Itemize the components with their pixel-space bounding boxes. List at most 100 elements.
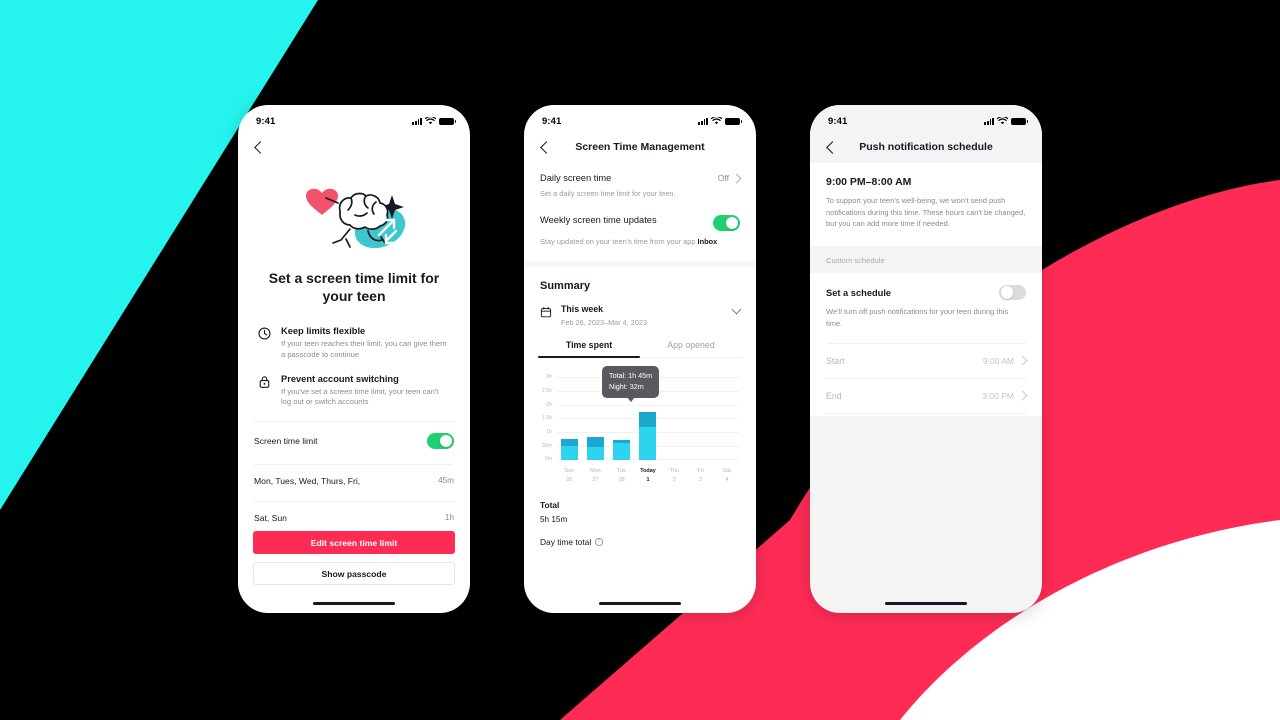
chart-y-tick-label: 30m: [541, 442, 552, 449]
chart-x-tick-label: Sat 4: [722, 467, 731, 483]
status-time: 9:41: [256, 115, 276, 127]
chart-x-tick-label: Tue 28: [617, 467, 627, 483]
status-icons: [698, 117, 742, 125]
end-time-label: End: [826, 390, 842, 401]
chart-bar[interactable]: [560, 439, 578, 461]
status-icons: [984, 117, 1028, 125]
feature-text: If your teen reaches their limit, you ca…: [281, 338, 447, 359]
chart-bar[interactable]: [639, 412, 657, 461]
tab-time-spent[interactable]: Time spent: [538, 340, 640, 357]
tooltip-night: Night: 32m: [609, 382, 644, 392]
phone-screen-time-management: 9:41 Screen Time Management Daily screen…: [524, 105, 756, 613]
time-spent-chart: 3h 2.5h 2h 1.5h 1h 30m 0m Sun 26 Mon 27 Tue 28 Today…: [534, 366, 746, 486]
battery-icon: [439, 117, 456, 125]
tab-underline: [538, 356, 742, 359]
show-passcode-button[interactable]: Show passcode: [253, 562, 455, 585]
chevron-right-icon: [1017, 390, 1028, 401]
inbox-link[interactable]: Inbox: [698, 237, 718, 246]
daily-screen-time-value-group: Off: [718, 173, 742, 183]
screen-time-limit-toggle[interactable]: [427, 433, 454, 449]
set-schedule-row[interactable]: Set a schedule: [810, 273, 1042, 301]
weekly-updates-row[interactable]: Weekly screen time updates: [524, 199, 756, 233]
back-chevron-icon[interactable]: [252, 140, 266, 154]
cellular-bars-icon: [412, 117, 422, 125]
chart-bar[interactable]: [613, 439, 631, 461]
chevron-down-icon[interactable]: [731, 304, 742, 315]
chart-bar-segment-night: [560, 439, 578, 447]
tab-app-opened[interactable]: App opened: [640, 340, 742, 357]
chart-tooltip: Total: 1h 45m Night: 32m: [602, 366, 660, 402]
weekly-updates-toggle[interactable]: [713, 215, 740, 231]
header-area: 9:41 Push notification schedule: [810, 105, 1042, 163]
feature-heading: Prevent account switching: [281, 373, 399, 384]
total-value: 5h 15m: [540, 515, 568, 525]
chart-bar-column[interactable]: [661, 378, 687, 460]
sub-prefix: Stay updated on your teen's time from yo…: [540, 236, 698, 246]
set-schedule-label: Set a schedule: [826, 287, 892, 298]
period-label: This week: [561, 304, 604, 315]
chart-bar-segment-day: [586, 447, 604, 461]
sub-suffix: .: [717, 236, 720, 246]
battery-icon: [1011, 117, 1028, 125]
quiet-hours-card: 9:00 PM–8:00 AM To support your teen's w…: [810, 163, 1042, 246]
nav-bar: Push notification schedule: [810, 131, 1042, 163]
page-title: Screen Time Management: [575, 141, 705, 153]
period-selector[interactable]: This week Feb 26, 2023–Mar 4, 2023: [524, 292, 756, 327]
chart-tabs: Time spent App opened: [524, 340, 756, 357]
start-time-value: 9:00 AM: [982, 355, 1014, 366]
chart-x-tick-label: Sun 26: [564, 467, 574, 483]
page-title: Set a screen time limit for your teen: [268, 270, 440, 305]
feature-text: If you've set a screen time limit, your …: [281, 386, 439, 407]
chart-bar-column[interactable]: [687, 378, 713, 460]
cellular-bars-icon: [698, 117, 708, 125]
hero-illustration: [238, 163, 470, 267]
period-range: Feb 26, 2023–Mar 4, 2023: [561, 318, 648, 328]
tooltip-total: Total: 1h 45m: [609, 371, 653, 381]
custom-schedule-section-label: Custom schedule: [810, 245, 1042, 273]
status-time: 9:41: [542, 115, 562, 127]
chart-y-tick-label: 0m: [544, 456, 552, 463]
brain-shape: [338, 192, 389, 230]
feature-item-flexible-limits: Keep limits flexible If your teen reache…: [258, 326, 450, 361]
daily-screen-time-row[interactable]: Daily screen time Off: [524, 163, 756, 185]
chart-bar-segment-night: [639, 412, 657, 427]
back-chevron-icon[interactable]: [538, 140, 552, 154]
status-time: 9:41: [828, 115, 848, 127]
start-time-row[interactable]: Start 9:00 AM: [810, 344, 1042, 378]
wifi-icon: [997, 117, 1008, 125]
chart-x-tick-label: Today 1: [640, 467, 656, 483]
chart-bar-column[interactable]: [556, 378, 582, 461]
chart-x-tick-label: Mon 27: [590, 467, 601, 483]
end-time-row[interactable]: End 3:00 PM: [810, 379, 1042, 413]
chevron-right-icon: [731, 173, 742, 183]
edit-screen-time-limit-button[interactable]: Edit screen time limit: [253, 531, 455, 554]
set-schedule-toggle[interactable]: [999, 284, 1026, 301]
schedule-label: Mon, Tues, Wed, Thurs, Fri,: [254, 475, 361, 486]
wifi-icon: [425, 117, 436, 125]
nav-bar: [238, 131, 470, 163]
screen-time-limit-label: Screen time limit: [254, 435, 318, 446]
wifi-icon: [711, 117, 722, 125]
divider: [826, 412, 1026, 414]
lock-icon: [258, 375, 272, 409]
schedule-label: Sat, Sun: [254, 512, 287, 523]
chart-bar-column[interactable]: [714, 378, 740, 460]
custom-schedule-body: Set a schedule We'll turn off push notif…: [810, 272, 1042, 416]
end-time-value-group: 3:00 PM: [982, 390, 1028, 401]
schedule-row-weekdays[interactable]: Mon, Tues, Wed, Thurs, Fri, 45m: [238, 465, 470, 497]
start-time-label: Start: [826, 355, 845, 366]
chart-x-tick-label: Thu 2: [669, 467, 679, 483]
schedule-row-weekend[interactable]: Sat, Sun 1h: [238, 502, 470, 534]
info-icon[interactable]: i: [595, 538, 603, 546]
chart-bar[interactable]: [586, 436, 604, 461]
screen-time-limit-row[interactable]: Screen time limit: [238, 422, 470, 460]
home-indicator: [885, 601, 967, 605]
phone-screen-set-limit: 9:41 Set a screen time limit for your te…: [238, 105, 470, 613]
summary-heading: Summary: [540, 280, 591, 293]
page-title: Push notification schedule: [859, 141, 993, 153]
home-indicator: [313, 601, 395, 605]
home-indicator: [599, 601, 681, 605]
battery-icon: [725, 117, 742, 125]
day-time-total-row: Day time total i: [524, 524, 756, 547]
back-chevron-icon[interactable]: [824, 140, 838, 154]
